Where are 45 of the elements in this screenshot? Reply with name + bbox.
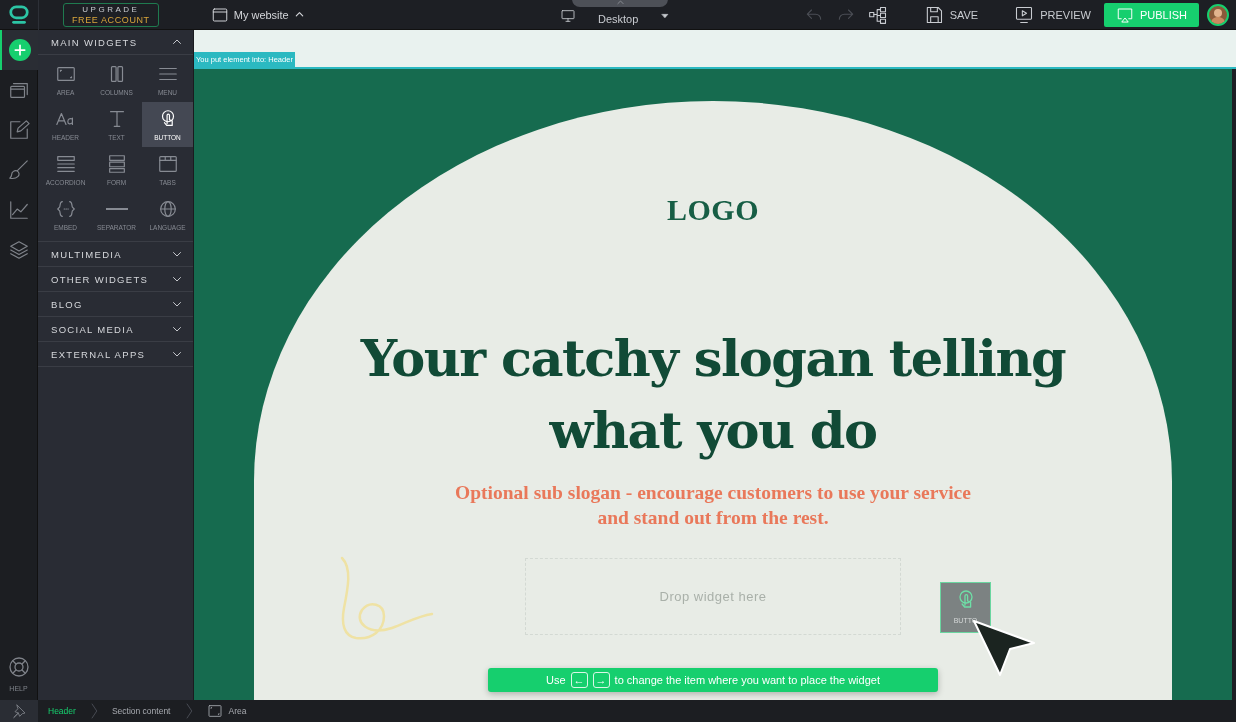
area-icon — [206, 703, 223, 719]
edit-icon — [7, 119, 30, 141]
chevron-up-icon — [615, 0, 625, 7]
category-header[interactable]: EXTERNAL APPS — [38, 342, 193, 367]
category-header[interactable]: SOCIAL MEDIA — [38, 317, 193, 342]
chart-icon — [7, 199, 30, 221]
sitemap-button[interactable] — [867, 4, 888, 25]
pin-icon[interactable] — [0, 700, 38, 722]
breadcrumb-item[interactable]: Section content — [101, 700, 183, 722]
preview-button[interactable]: PREVIEW — [1014, 4, 1091, 25]
tabs-icon — [156, 153, 179, 175]
monitor-icon — [560, 8, 576, 24]
separator-icon — [105, 208, 128, 210]
breadcrumb-item[interactable]: Header — [38, 700, 88, 722]
sub-slogan: Optional sub slogan - encourage customers to use your service and stand out from the rest. — [454, 481, 972, 530]
arrow-key: ← — [570, 672, 588, 688]
avatar[interactable] — [1207, 3, 1229, 26]
logo-icon — [8, 3, 30, 26]
lifebuoy-icon — [6, 655, 31, 679]
add-icon — [8, 39, 31, 61]
caret-down-icon — [660, 11, 671, 21]
save-button[interactable]: SAVE — [923, 4, 979, 25]
device-selector[interactable]: Desktop — [598, 13, 639, 25]
category-header[interactable]: MULTIMEDIA — [38, 242, 193, 267]
browser-window-icon — [210, 5, 229, 24]
embed-icon — [54, 198, 77, 220]
category-header[interactable]: OTHER WIDGETS — [38, 267, 193, 292]
slogan: Your catchy slogan telling what you do — [359, 327, 1067, 462]
chevron-up-icon — [293, 9, 305, 20]
website-selector[interactable]: My website — [204, 4, 311, 25]
cast-screen-icon — [1115, 5, 1134, 24]
play-screen-icon — [1014, 4, 1035, 25]
category-header[interactable]: BLOG — [38, 292, 193, 317]
accordion-icon — [54, 153, 77, 175]
brush-icon — [7, 159, 30, 181]
arrow-key: → — [592, 672, 610, 688]
layers-icon — [7, 239, 30, 261]
sidebar-tab[interactable] — [0, 30, 38, 70]
hint-text: Use — [546, 674, 566, 686]
category-header[interactable]: MAIN WIDGETS — [38, 30, 193, 55]
hint-text: to change the item where you want to place the widget — [614, 674, 880, 686]
upgrade-button[interactable]: UPGRADE FREE ACCOUNT — [63, 2, 159, 27]
breadcrumb-item[interactable]: Area — [196, 700, 259, 722]
site-logo: LOGO — [667, 193, 759, 227]
sitemap-icon — [867, 4, 888, 25]
